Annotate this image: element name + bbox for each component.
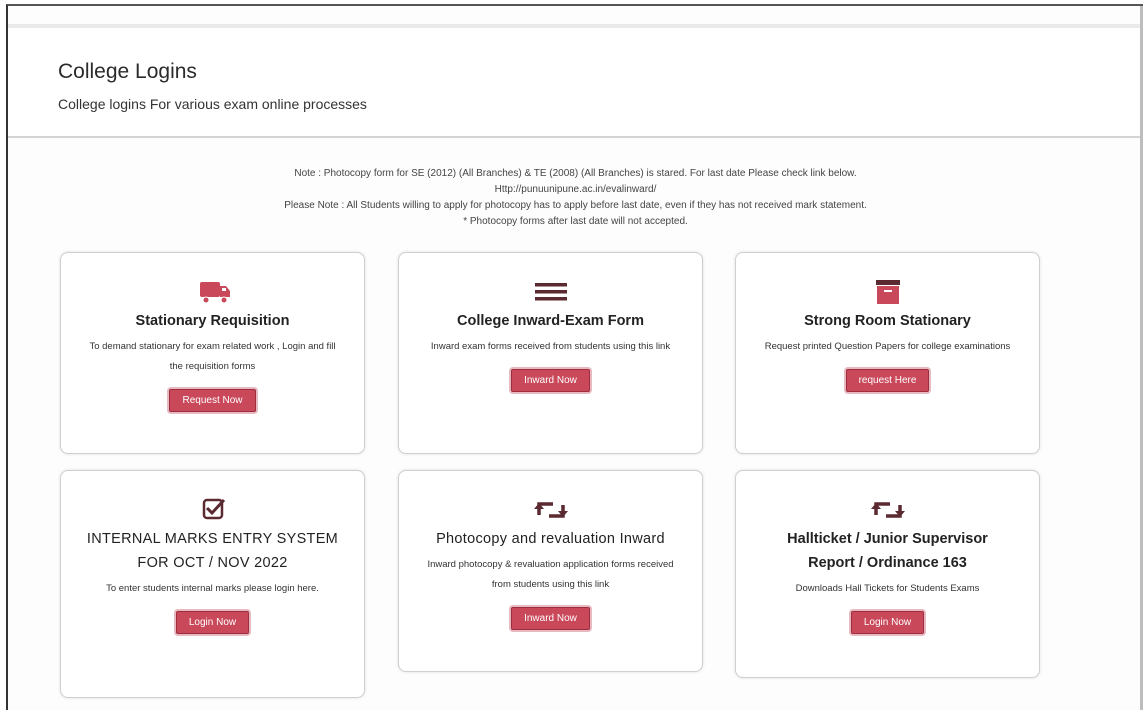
notes-block: Note : Photocopy form for SE (2012) (All… [8,166,1143,230]
header-band [8,24,1143,28]
note-line: Please Note : All Students willing to ap… [284,200,867,211]
card-hallticket-supervisor-report: Hallticket / Junior Supervisor Report / … [735,470,1040,678]
card-description: Downloads Hall Tickets for Students Exam… [795,583,980,594]
login-now-button[interactable]: Login Now [850,611,925,634]
inward-now-button[interactable]: Inward Now [511,607,590,630]
login-now-button[interactable]: Login Now [175,611,250,634]
card-title: Hallticket / Junior Supervisor Report / … [787,531,988,571]
page-subtitle: College logins For various exam online p… [58,96,367,112]
checkbox-icon [202,498,225,520]
card-internal-marks-entry: INTERNAL MARKS ENTRY SYSTEM FOR OCT / NO… [60,470,365,698]
note-line: * Photocopy forms after last date will n… [463,216,688,227]
card-description: To enter students internal marks please … [106,583,319,594]
note-link[interactable]: Http://punuunipune.ac.in/evalinward/ [8,182,1143,198]
card-description: Request printed Question Papers for coll… [764,341,1011,352]
card-strong-room-stationary: Strong Room Stationary Request printed Q… [735,252,1040,454]
card-college-inward-exam-form: College Inward-Exam Form Inward exam for… [398,252,703,454]
page-edge [1140,6,1143,710]
card-photocopy-revaluation-inward: Photocopy and revaluation Inward Inward … [398,470,703,672]
card-stationary-requisition: Stationary Requisition To demand station… [60,252,365,454]
card-description: Inward photocopy & revaluation applicati… [427,559,674,590]
card-description: Inward exam forms received from students… [430,341,671,352]
truck-icon [199,282,230,304]
request-here-button[interactable]: request Here [845,369,930,392]
card-title: College Inward-Exam Form [457,313,644,329]
retweet-icon [870,502,905,518]
page-frame: College Logins College logins For variou… [6,4,1143,710]
card-title: Photocopy and revaluation Inward [436,531,665,547]
page-header: College Logins College logins For variou… [8,24,1143,138]
note-line: Note : Photocopy form for SE (2012) (All… [294,168,857,179]
list-icon [534,283,567,301]
card-title: Stationary Requisition [135,313,290,329]
card-title: Strong Room Stationary [804,313,971,329]
card-description: To demand stationary for exam related wo… [89,341,336,372]
page-title: College Logins [58,60,197,83]
card-title: INTERNAL MARKS ENTRY SYSTEM FOR OCT / NO… [86,531,339,571]
archive-icon [875,280,900,304]
inward-now-button[interactable]: Inward Now [511,369,590,392]
request-now-button[interactable]: Request Now [169,389,256,412]
retweet-icon [533,502,568,518]
